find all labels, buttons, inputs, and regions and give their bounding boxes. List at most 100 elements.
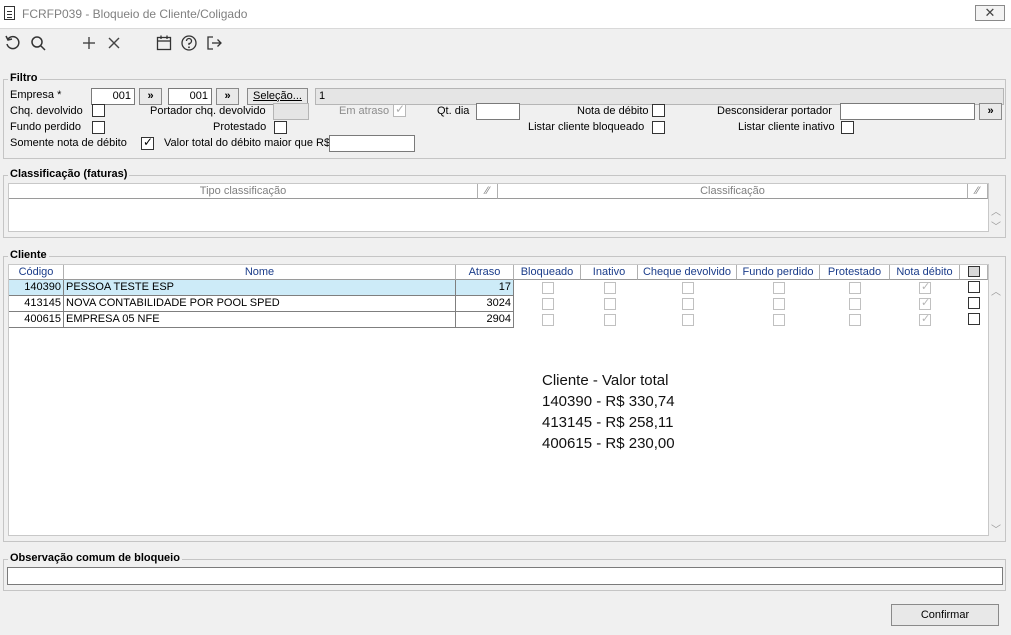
cliente-grid[interactable]: Código Nome Atraso Bloqueado Inativo Che… bbox=[8, 264, 989, 536]
cell-nome[interactable]: NOVA CONTABILIDADE POR POOL SPED bbox=[64, 296, 456, 312]
check-icon: ✓ bbox=[921, 281, 931, 293]
col-bloqueado[interactable]: Bloqueado bbox=[514, 265, 581, 280]
table-row[interactable]: 140390 PESSOA TESTE ESP 17 ✓ bbox=[9, 280, 988, 296]
qt-dia-input[interactable] bbox=[476, 103, 520, 120]
desconsiderar-input[interactable] bbox=[840, 103, 975, 120]
cell-nome[interactable]: EMPRESA 05 NFE bbox=[64, 312, 456, 328]
col-nota-debito[interactable]: Nota débito bbox=[890, 265, 960, 280]
cell-codigo[interactable]: 140390 bbox=[9, 280, 64, 296]
refresh-icon[interactable] bbox=[3, 33, 23, 53]
empresa-from-lookup-button[interactable]: » bbox=[139, 88, 162, 105]
classificacao-grid[interactable]: Tipo classificação ⁄⁄ Classificação ⁄⁄ bbox=[8, 183, 989, 232]
filtro-label: Filtro bbox=[8, 72, 40, 84]
nota-debito-checkbox[interactable] bbox=[652, 104, 665, 117]
cell-codigo[interactable]: 400615 bbox=[9, 312, 64, 328]
col-protestado[interactable]: Protestado bbox=[820, 265, 890, 280]
em-atraso-checkbox: ✓ bbox=[393, 102, 406, 117]
select-all-header[interactable] bbox=[960, 265, 988, 280]
portador-field bbox=[273, 103, 309, 120]
scroll-down-icon[interactable]: ﹀ bbox=[989, 218, 1003, 233]
classificacao-label: Classificação (faturas) bbox=[8, 168, 130, 180]
row-select-checkbox[interactable] bbox=[968, 313, 980, 325]
flag-checkbox: ✓ bbox=[919, 281, 931, 294]
protestado-checkbox[interactable] bbox=[274, 121, 287, 134]
flag-checkbox bbox=[849, 314, 861, 326]
col-resize-icon[interactable]: ⁄⁄ bbox=[478, 184, 498, 199]
scroll-up-icon[interactable]: ︿ bbox=[989, 283, 1003, 298]
summary-line: 413145 - R$ 258,11 bbox=[542, 414, 674, 431]
document-icon bbox=[4, 6, 15, 20]
flag-checkbox bbox=[604, 314, 616, 326]
fundo-perdido-label: Fundo perdido bbox=[10, 121, 81, 133]
search-icon[interactable] bbox=[28, 33, 48, 53]
empresa-to-lookup-button[interactable]: » bbox=[216, 88, 239, 105]
observacao-input[interactable] bbox=[7, 567, 1003, 585]
cliente-label: Cliente bbox=[8, 249, 49, 261]
select-all-icon[interactable] bbox=[968, 266, 980, 277]
add-icon[interactable] bbox=[79, 33, 99, 53]
cell-atraso[interactable]: 2904 bbox=[456, 312, 514, 328]
row-select-checkbox[interactable] bbox=[968, 297, 980, 309]
close-icon: ✕ bbox=[984, 5, 996, 20]
flag-checkbox bbox=[849, 282, 861, 294]
cell-nome[interactable]: PESSOA TESTE ESP bbox=[64, 280, 456, 296]
flag-checkbox: ✓ bbox=[919, 297, 931, 310]
flag-checkbox bbox=[542, 314, 554, 326]
empresa-from-input[interactable]: 001 bbox=[91, 88, 135, 105]
cell-atraso[interactable]: 17 bbox=[456, 280, 514, 296]
em-atraso-label: Em atraso bbox=[339, 105, 390, 117]
col-fundo-perdido[interactable]: Fundo perdido bbox=[737, 265, 820, 280]
title-bar: FCRFP039 - Bloqueio de Cliente/Coligado … bbox=[0, 0, 1011, 29]
listar-inativo-label: Listar cliente inativo bbox=[738, 121, 835, 133]
flag-checkbox: ✓ bbox=[919, 313, 931, 326]
chq-devolvido-label: Chq. devolvido bbox=[10, 105, 83, 117]
qt-dia-label: Qt. dia bbox=[437, 105, 470, 117]
valor-total-input[interactable] bbox=[329, 135, 415, 152]
listar-bloqueado-label: Listar cliente bloqueado bbox=[528, 121, 645, 133]
somente-nota-checkbox[interactable]: ✓ bbox=[141, 135, 154, 150]
exit-icon[interactable] bbox=[204, 33, 224, 53]
col-cheque-devolvido[interactable]: Cheque devolvido bbox=[638, 265, 737, 280]
empresa-label: Empresa * bbox=[10, 89, 62, 101]
flag-checkbox bbox=[773, 298, 785, 310]
col-classificacao[interactable]: Classificação bbox=[498, 184, 968, 199]
table-row[interactable]: 413145 NOVA CONTABILIDADE POR POOL SPED 30… bbox=[9, 296, 988, 312]
calendar-icon[interactable] bbox=[154, 33, 174, 53]
valor-total-summary: Cliente - Valor total 140390 - R$ 330,74… bbox=[542, 370, 675, 454]
fundo-perdido-checkbox[interactable] bbox=[92, 121, 105, 134]
col-codigo[interactable]: Código bbox=[9, 265, 64, 280]
col-nome[interactable]: Nome bbox=[64, 265, 456, 280]
cell-codigo[interactable]: 413145 bbox=[9, 296, 64, 312]
listar-inativo-checkbox[interactable] bbox=[841, 121, 854, 134]
empresa-to-input[interactable]: 001 bbox=[168, 88, 212, 105]
col-inativo[interactable]: Inativo bbox=[581, 265, 638, 280]
summary-line: 400615 - R$ 230,00 bbox=[542, 435, 675, 452]
col-tipo-classificacao[interactable]: Tipo classificação bbox=[9, 184, 478, 199]
cell-atraso[interactable]: 3024 bbox=[456, 296, 514, 312]
window-title: FCRFP039 - Bloqueio de Cliente/Coligado bbox=[22, 7, 248, 21]
flag-checkbox bbox=[604, 298, 616, 310]
delete-icon[interactable] bbox=[104, 33, 124, 53]
flag-checkbox bbox=[773, 282, 785, 294]
flag-checkbox bbox=[542, 282, 554, 294]
nota-debito-label: Nota de débito bbox=[577, 105, 649, 117]
check-icon: ✓ bbox=[921, 313, 931, 325]
confirmar-button[interactable]: Confirmar bbox=[891, 604, 999, 626]
table-row[interactable]: 400615 EMPRESA 05 NFE 2904 ✓ bbox=[9, 312, 988, 328]
scroll-up-icon[interactable]: ︿ bbox=[989, 203, 1003, 218]
col-atraso[interactable]: Atraso bbox=[456, 265, 514, 280]
listar-bloqueado-checkbox[interactable] bbox=[652, 121, 665, 134]
portador-label: Portador chq. devolvido bbox=[150, 105, 266, 117]
row-select-checkbox[interactable] bbox=[968, 281, 980, 293]
help-icon[interactable] bbox=[179, 33, 199, 53]
protestado-label: Protestado bbox=[213, 121, 267, 133]
check-icon: ✓ bbox=[921, 297, 931, 309]
chq-devolvido-checkbox[interactable] bbox=[92, 104, 105, 117]
summary-line: 140390 - R$ 330,74 bbox=[542, 393, 675, 410]
col-resize-icon[interactable]: ⁄⁄ bbox=[968, 184, 988, 199]
close-button[interactable]: ✕ bbox=[975, 5, 1005, 21]
desconsiderar-lookup-button[interactable]: » bbox=[979, 103, 1002, 120]
observacao-label: Observação comum de bloqueio bbox=[8, 552, 182, 564]
scroll-down-icon[interactable]: ﹀ bbox=[989, 521, 1003, 536]
flag-checkbox bbox=[682, 314, 694, 326]
